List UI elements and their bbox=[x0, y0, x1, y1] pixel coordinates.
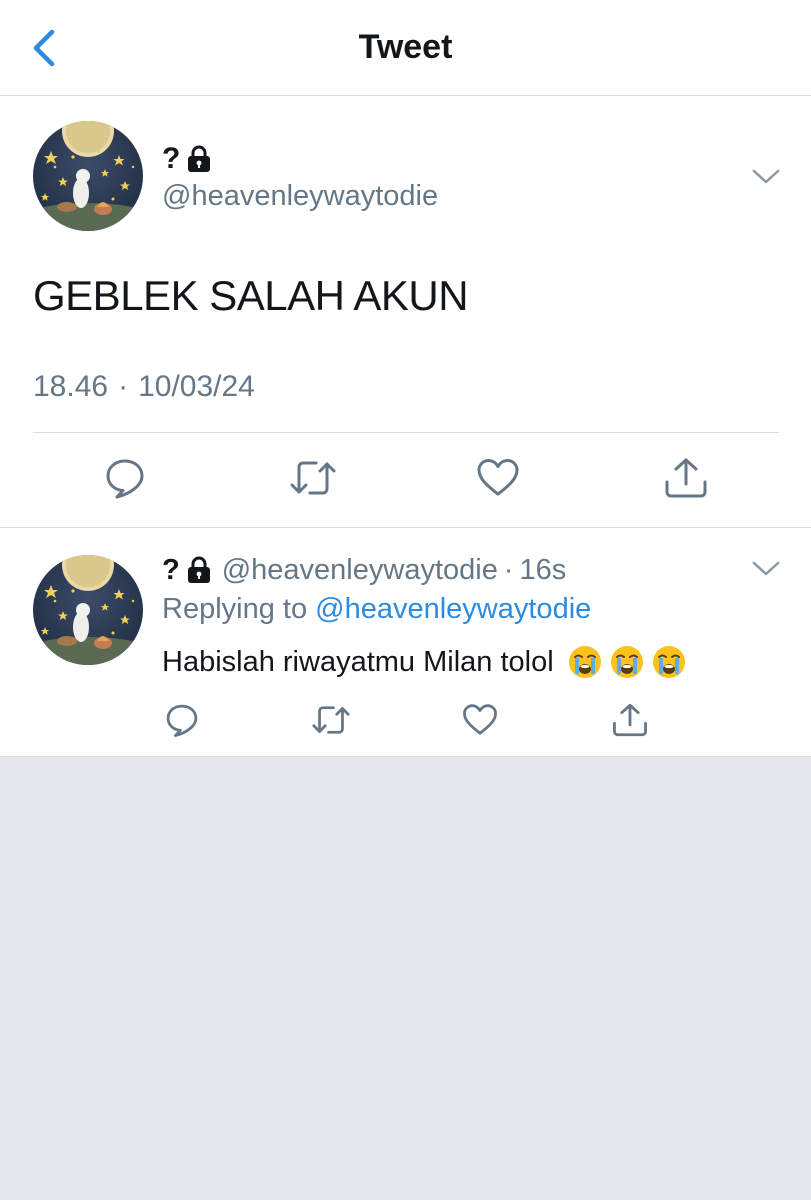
separator-dot: · bbox=[503, 553, 514, 586]
share-icon bbox=[665, 458, 707, 498]
loudly-crying-face-icon bbox=[610, 646, 643, 678]
retweet-button[interactable] bbox=[289, 456, 337, 500]
author-name[interactable]: ? bbox=[162, 142, 212, 176]
like-icon bbox=[477, 459, 519, 496]
tweet-text: Habislah riwayatmu Milan tolol bbox=[162, 645, 554, 678]
divider bbox=[0, 756, 811, 757]
reply-header: ? @heavenleywaytodie · 16s bbox=[162, 552, 566, 588]
divider bbox=[0, 527, 811, 528]
share-icon bbox=[613, 703, 647, 737]
reply-tweet-text: Habislah riwayatmu Milan tolol bbox=[162, 645, 686, 679]
replying-to: Replying to @heavenleywaytodie bbox=[162, 593, 591, 626]
reply-button[interactable] bbox=[103, 456, 147, 500]
like-icon bbox=[463, 704, 497, 735]
author-name[interactable]: ? bbox=[162, 554, 212, 587]
replying-to-link[interactable]: @heavenleywaytodie bbox=[315, 593, 591, 625]
replying-prefix: Replying to bbox=[162, 593, 308, 625]
loudly-crying-face-icon bbox=[568, 646, 601, 678]
tweet-time: 18.46 bbox=[33, 370, 109, 403]
retweet-icon bbox=[312, 706, 350, 734]
display-name: ? bbox=[162, 142, 181, 175]
lock-icon bbox=[188, 145, 211, 172]
emoji-group bbox=[568, 645, 686, 679]
reply-button[interactable] bbox=[164, 702, 200, 738]
lock-icon bbox=[187, 556, 210, 583]
separator-dot: · bbox=[118, 370, 129, 403]
share-button[interactable] bbox=[610, 702, 650, 738]
share-button[interactable] bbox=[662, 456, 710, 500]
loudly-crying-face-icon bbox=[652, 646, 685, 678]
like-button[interactable] bbox=[476, 456, 520, 500]
tweet-menu-button[interactable] bbox=[751, 168, 781, 186]
like-button[interactable] bbox=[462, 702, 498, 738]
tweet-text: GEBLEK SALAH AKUN bbox=[33, 272, 469, 319]
chevron-down-icon bbox=[752, 169, 780, 184]
reply-icon bbox=[106, 459, 144, 499]
retweet-button[interactable] bbox=[311, 702, 351, 738]
avatar[interactable] bbox=[33, 121, 143, 231]
chevron-down-icon bbox=[752, 561, 780, 576]
tweet-age: 16s bbox=[519, 553, 567, 586]
reply-icon bbox=[166, 704, 198, 737]
tweet-menu-button[interactable] bbox=[751, 560, 781, 578]
display-name: ? bbox=[162, 553, 180, 586]
divider bbox=[33, 432, 779, 433]
tweet-date: 10/03/24 bbox=[138, 370, 255, 403]
retweet-icon bbox=[290, 461, 336, 495]
author-handle[interactable]: @heavenleywaytodie bbox=[222, 554, 498, 587]
author-handle[interactable]: @heavenleywaytodie bbox=[162, 180, 438, 213]
avatar[interactable] bbox=[33, 555, 143, 665]
tweet-timestamp: 18.46 · 10/03/24 bbox=[33, 370, 255, 404]
navigation-bar: Tweet bbox=[0, 0, 811, 96]
page-title: Tweet bbox=[358, 28, 453, 66]
